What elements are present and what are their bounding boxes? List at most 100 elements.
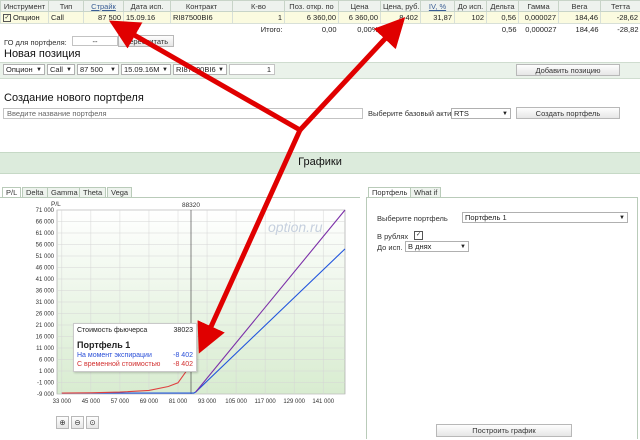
y-tick-label: 26 000	[36, 312, 55, 318]
new-qty-input[interactable]: 1	[229, 64, 275, 75]
cell-open[interactable]: 6 360,00	[285, 12, 339, 24]
positions-table: Инструмент Тип Страйк Дата исп. Контракт…	[0, 0, 640, 35]
col-price[interactable]: Цена	[339, 1, 381, 12]
new-instrument-select[interactable]: Опцион▼	[3, 64, 45, 75]
y-tick-label: 51 000	[36, 254, 55, 260]
col-days[interactable]: До исп.	[455, 1, 487, 12]
pl-chart[interactable]: 71 000 66 000 61 000 56 000 51 000 46 000 41 0…	[0, 198, 360, 413]
go-value-field[interactable]: --	[72, 36, 118, 46]
new-type-select[interactable]: Call▼	[47, 64, 75, 75]
x-tick-label: 105 000	[225, 399, 247, 405]
tooltip-label-expiry: На момент экспирации	[77, 352, 152, 359]
chevron-down-icon: ▼	[110, 65, 116, 75]
tooltip-label-time: С временной стоимостью	[77, 361, 160, 368]
portfolio-select-label: Выберите портфель	[377, 214, 448, 223]
totals-delta: 0,56	[487, 24, 519, 36]
tooltip-value-expiry: -8 402	[173, 352, 193, 359]
create-portfolio-title: Создание нового портфеля	[4, 92, 144, 104]
y-tick-label: 71 000	[36, 208, 55, 214]
y-tick-label: 11 000	[36, 346, 55, 352]
y-tick-label: 16 000	[36, 335, 55, 341]
x-tick-label: 117 000	[255, 399, 277, 405]
checkbox-checked-icon[interactable]: ✓	[3, 14, 11, 22]
x-tick-label: 69 000	[140, 399, 159, 405]
build-chart-button[interactable]: Построить график	[436, 424, 572, 437]
zoom-reset-icon[interactable]: ⊙	[86, 416, 99, 429]
col-expiry[interactable]: Дата исп.	[124, 1, 171, 12]
rub-label: В рублях	[377, 232, 408, 241]
tooltip-value-time: -8 402	[173, 361, 193, 368]
y-tick-label: 31 000	[36, 300, 55, 306]
cell-days: 102	[455, 12, 487, 24]
new-position-title: Новая позиция	[4, 48, 80, 60]
col-strike[interactable]: Страйк	[84, 1, 124, 12]
col-qty[interactable]: К-во	[233, 1, 285, 12]
y-tick-label: 56 000	[36, 243, 55, 249]
zoom-out-icon[interactable]: ⊖	[71, 416, 84, 429]
col-theta[interactable]: Тетта	[601, 1, 640, 12]
cell-vega: 184,46	[559, 12, 601, 24]
cell-theta: -28,62	[601, 12, 640, 24]
cell-price-rub: 8 402	[381, 12, 421, 24]
checkmark-icon: ✓	[416, 232, 421, 238]
x-tick-label: 129 000	[283, 399, 305, 405]
cell-strike[interactable]: 87 500	[84, 12, 124, 24]
col-delta[interactable]: Дельта	[487, 1, 519, 12]
x-tick-label: 33 000	[53, 399, 72, 405]
charts-title: Графики	[0, 156, 640, 168]
chart-tooltip: Стоимость фьючерса 38023 Портфель 1 На м…	[73, 323, 197, 372]
cell-expiry[interactable]: 15.09.16	[124, 12, 171, 24]
chevron-down-icon: ▼	[218, 65, 224, 75]
table-row[interactable]: ✓Опцион Call 87 500 15.09.16 RI87500BI6 …	[1, 12, 640, 24]
tooltip-label-futures: Стоимость фьючерса	[77, 327, 147, 334]
table-header-row: Инструмент Тип Страйк Дата исп. Контракт…	[1, 1, 640, 12]
chevron-down-icon: ▼	[36, 65, 42, 75]
col-open[interactable]: Поз. откр. по	[285, 1, 339, 12]
totals-gamma: 0,000027	[519, 24, 559, 36]
y-tick-label: 66 000	[36, 220, 55, 226]
y-tick-label: 36 000	[36, 289, 55, 295]
new-contract-select[interactable]: RI87500BI6▼	[173, 64, 227, 75]
portfolio-name-input[interactable]: Введите название портфеля	[3, 108, 363, 119]
x-tick-label: 93 000	[198, 399, 217, 405]
cell-qty[interactable]: 1	[233, 12, 285, 24]
new-strike-select[interactable]: 87 500▼	[77, 64, 119, 75]
create-portfolio-button[interactable]: Создать портфель	[516, 107, 620, 119]
col-iv[interactable]: IV, %	[421, 1, 455, 12]
totals-row: Итого: 0,00 0,00% 0,56 0,000027 184,46 -…	[1, 24, 640, 36]
recalculate-button[interactable]: Пересчитать	[118, 35, 174, 47]
totals-label: Итого:	[233, 24, 285, 36]
add-position-button[interactable]: Добавить позицию	[516, 64, 620, 76]
x-tick-label: 57 000	[111, 399, 130, 405]
y-tick-label: 61 000	[36, 231, 55, 237]
portfolio-select[interactable]: Портфель 1▼	[462, 212, 628, 223]
x-tick-label: 141 000	[312, 399, 334, 405]
col-contract[interactable]: Контракт	[171, 1, 233, 12]
col-vega[interactable]: Вега	[559, 1, 601, 12]
y-axis-label: P/L	[51, 201, 61, 208]
go-label: ГО для портфеля:	[4, 38, 67, 47]
zoom-in-icon[interactable]: ⊕	[56, 416, 69, 429]
cell-contract[interactable]: RI87500BI6	[171, 12, 233, 24]
rub-checkbox[interactable]: ✓	[414, 231, 423, 240]
col-instrument[interactable]: Инструмент	[1, 1, 49, 12]
y-tick-label: -1 000	[37, 381, 55, 387]
x-tick-label: 45 000	[82, 399, 101, 405]
col-gamma[interactable]: Гамма	[519, 1, 559, 12]
col-type[interactable]: Тип	[49, 1, 84, 12]
chevron-down-icon: ▼	[619, 213, 625, 223]
cell-type[interactable]: Call	[49, 12, 84, 24]
chevron-down-icon: ▼	[66, 65, 72, 75]
y-tick-label: 46 000	[36, 266, 55, 272]
y-ticks: 71 000 66 000 61 000 56 000 51 000 46 000 41 0…	[36, 208, 55, 398]
new-expiry-select[interactable]: 15.09.16M▼	[121, 64, 171, 75]
watermark: option.ru	[268, 219, 323, 235]
asset-select[interactable]: RTS▼	[451, 108, 511, 119]
y-tick-label: 21 000	[36, 323, 55, 329]
x-ticks: 33 00045 00057 00069 00081 00093 000105 …	[53, 399, 335, 405]
col-price-rub[interactable]: Цена, руб.	[381, 1, 421, 12]
y-tick-label: 41 000	[36, 277, 55, 283]
spot-marker-label: 88320	[182, 202, 200, 209]
expiry-select[interactable]: В днях▼	[405, 241, 469, 252]
cell-instrument[interactable]: ✓Опцион	[1, 12, 49, 24]
